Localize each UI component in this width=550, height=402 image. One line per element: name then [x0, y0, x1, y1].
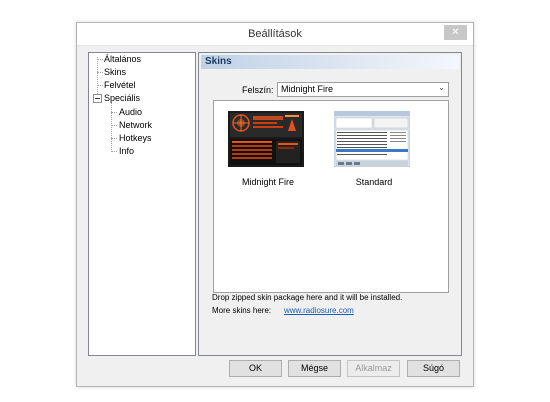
tree-guide — [97, 57, 98, 98]
close-button[interactable]: ✕ — [444, 25, 467, 40]
tree-guide — [97, 85, 103, 86]
tree-item-audio[interactable]: Audio — [119, 107, 142, 117]
skins-list[interactable]: Midnight Fire Standard — [213, 100, 449, 293]
tree-item-specialis[interactable]: Speciális — [104, 93, 140, 103]
panel-title: Skins — [205, 56, 232, 67]
help-button[interactable]: Súgó — [407, 360, 460, 377]
tree-guide — [111, 102, 112, 152]
tree-item-info[interactable]: Info — [119, 146, 134, 156]
title-bar[interactable]: Beállítások ✕ — [77, 23, 473, 46]
window-title: Beállítások — [248, 28, 302, 40]
skins-panel: Skins Felszín: Midnight Fire ⌄ Midnight … — [198, 52, 462, 356]
tree-guide — [111, 138, 117, 139]
settings-dialog: Beállítások ✕ Általános Skins Felvétel S… — [76, 22, 474, 387]
tree-item-network[interactable]: Network — [119, 120, 152, 130]
tree-guide — [111, 112, 117, 113]
skin-item-midnight-fire[interactable]: Midnight Fire — [228, 111, 308, 191]
tree-item-felvetel[interactable]: Felvétel — [104, 80, 136, 90]
skin-item-standard[interactable]: Standard — [333, 110, 414, 191]
tree-guide — [97, 72, 103, 73]
ok-button[interactable]: OK — [229, 360, 282, 377]
tree-item-hotkeys[interactable]: Hotkeys — [119, 133, 152, 143]
skin-label-standard: Standard — [355, 177, 393, 187]
tree-guide — [111, 151, 117, 152]
chevron-down-icon: ⌄ — [438, 83, 445, 92]
more-skins-label: More skins here: — [212, 306, 272, 315]
drop-hint: Drop zipped skin package here and it wil… — [212, 293, 403, 302]
skin-label-midnight-fire: Midnight Fire — [241, 177, 295, 187]
felszin-select[interactable]: Midnight Fire ⌄ — [277, 82, 449, 97]
tree-guide — [111, 125, 117, 126]
cancel-button[interactable]: Mégse — [288, 360, 341, 377]
panel-header: Skins — [201, 55, 459, 69]
tree-item-skins[interactable]: Skins — [104, 67, 126, 77]
tree-guide — [97, 59, 103, 60]
more-skins-link[interactable]: www.radiosure.com — [284, 306, 354, 315]
apply-button[interactable]: Alkalmaz — [347, 360, 400, 377]
felszin-label: Felszín: — [242, 85, 274, 95]
settings-tree: Általános Skins Felvétel Speciális Audio… — [88, 52, 196, 356]
midnight-fire-thumbnail — [228, 111, 304, 167]
felszin-value: Midnight Fire — [281, 84, 334, 94]
tree-item-altalanos[interactable]: Általános — [104, 54, 141, 64]
standard-thumbnail — [333, 110, 411, 168]
collapse-icon[interactable] — [93, 94, 102, 103]
